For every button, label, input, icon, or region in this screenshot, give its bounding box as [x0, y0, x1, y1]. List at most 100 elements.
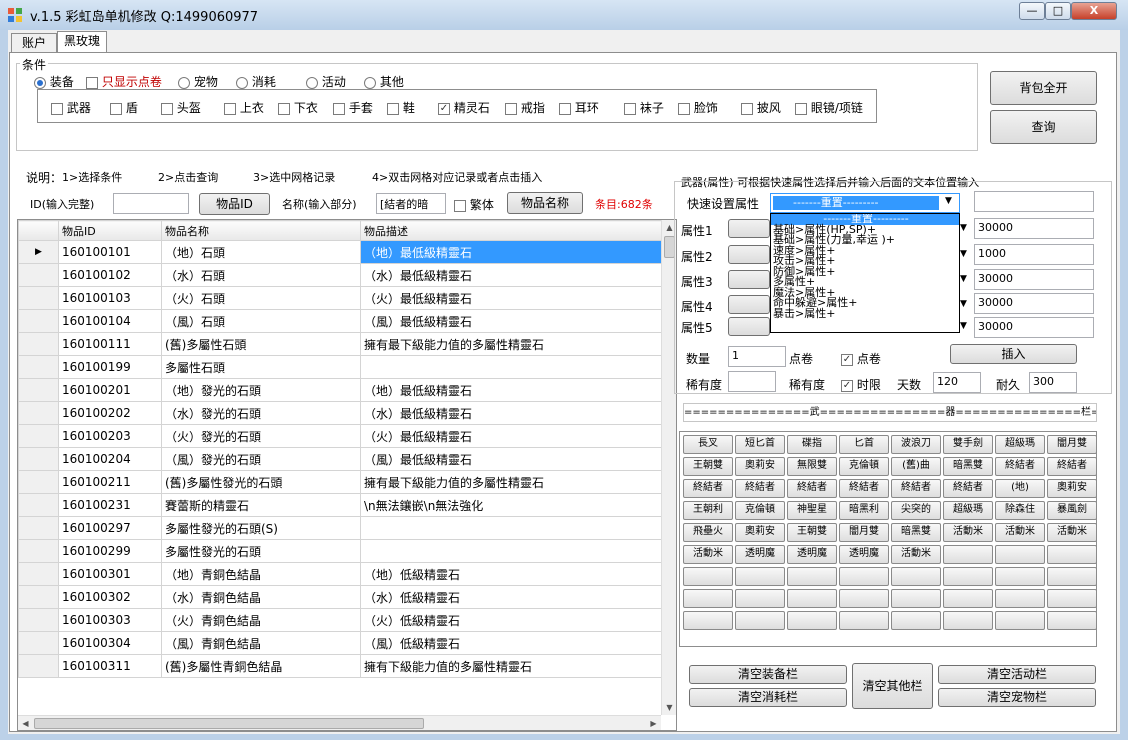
weapon-slot-button[interactable]: 王朝利 — [683, 501, 733, 520]
table-row[interactable]: 160100201 （地）發光的石頭 （地）最低級精靈石 — [18, 378, 663, 402]
row-header[interactable] — [18, 585, 59, 609]
category-shield[interactable]: 盾 — [110, 99, 138, 116]
checkbox-box[interactable] — [161, 102, 173, 115]
cell-item-name[interactable]: （風）青銅色結晶 — [161, 631, 361, 655]
quick-set-text[interactable] — [974, 191, 1094, 212]
cell-item-name[interactable]: 多屬性發光的石頭(S) — [161, 516, 361, 540]
cell-item-id[interactable]: 160100103 — [58, 286, 162, 310]
weapon-slot-button[interactable] — [891, 589, 941, 608]
weapon-slot-button[interactable] — [787, 567, 837, 586]
table-row[interactable]: 160100231 賽蕾斯的精靈石 \n無法鑲嵌\n無法強化 — [18, 493, 663, 517]
weapon-slot-button[interactable] — [787, 611, 837, 630]
row-header[interactable] — [18, 424, 59, 448]
cell-item-desc[interactable]: （風）低級精靈石 — [360, 631, 663, 655]
cell-item-name[interactable]: （火）青銅色結晶 — [161, 608, 361, 632]
table-row[interactable]: 160100301 （地）青銅色結晶 （地）低級精靈石 — [18, 562, 663, 586]
scroll-left-icon[interactable]: ◀ — [18, 716, 33, 730]
clear-equip-button[interactable]: 清空装备栏 — [689, 665, 847, 684]
table-row[interactable]: 160100302 （水）青銅色結晶 （水）低級精靈石 — [18, 585, 663, 609]
cell-item-desc[interactable]: （水）低級精靈石 — [360, 585, 663, 609]
attr2-value-input[interactable]: 1000 — [974, 244, 1094, 265]
row-header[interactable] — [18, 470, 59, 494]
cell-item-id[interactable]: 160100204 — [58, 447, 162, 471]
horizontal-scrollbar[interactable]: ◀ ▶ — [18, 715, 661, 730]
weapon-slot-button[interactable] — [735, 611, 785, 630]
tab-account[interactable]: 账户 — [11, 33, 57, 53]
cell-item-desc[interactable]: \n無法鑲嵌\n無法強化 — [360, 493, 663, 517]
weapon-slot-button[interactable]: 終結者 — [735, 479, 785, 498]
clear-pet-button[interactable]: 清空宠物栏 — [938, 688, 1096, 707]
weapon-slot-button[interactable]: 闇月雙 — [1047, 435, 1097, 454]
cell-item-id[interactable]: 160100211 — [58, 470, 162, 494]
close-icon[interactable]: X — [1071, 2, 1117, 20]
open-bag-button[interactable]: 背包全开 — [990, 71, 1097, 105]
cell-item-id[interactable]: 160100101 — [58, 240, 162, 264]
chevron-down-icon[interactable]: ▼ — [960, 223, 967, 233]
scroll-thumb-horizontal[interactable] — [34, 718, 424, 729]
cell-item-name[interactable]: （地）石頭 — [161, 240, 361, 264]
item-name-button[interactable]: 物品名称 — [507, 192, 583, 214]
clear-other-button[interactable]: 清空其他栏 — [852, 663, 933, 709]
table-row[interactable]: 160100204 （風）發光的石頭 （風）最低級精靈石 — [18, 447, 663, 471]
item-id-button[interactable]: 物品ID — [199, 193, 270, 215]
insert-button[interactable]: 插入 — [950, 344, 1077, 364]
weapon-slot-button[interactable]: 無限雙 — [787, 457, 837, 476]
weapon-slot-button[interactable]: 活動米 — [943, 523, 993, 542]
weapon-slot-button[interactable]: 奧莉安 — [735, 457, 785, 476]
category-socks[interactable]: 袜子 — [624, 99, 664, 116]
cell-item-name[interactable]: （水）青銅色結晶 — [161, 585, 361, 609]
weapon-slot-button[interactable]: 暴風劍 — [1047, 501, 1097, 520]
row-header[interactable]: ▶ — [18, 240, 59, 264]
category-spirit-stone[interactable]: ✓ 精灵石 — [438, 99, 490, 116]
cell-item-desc[interactable]: （風）最低級精靈石 — [360, 447, 663, 471]
radio-event[interactable]: 活动 — [306, 73, 346, 90]
radio-dot[interactable] — [306, 76, 318, 89]
cell-item-desc[interactable]: （水）最低級精靈石 — [360, 263, 663, 287]
row-header[interactable] — [18, 355, 59, 379]
weapon-slot-button[interactable]: 尖突的 — [891, 501, 941, 520]
cell-item-desc[interactable]: （水）最低級精靈石 — [360, 401, 663, 425]
cell-item-id[interactable]: 160100297 — [58, 516, 162, 540]
weapon-slot-button[interactable]: 奧莉安 — [1047, 479, 1097, 498]
row-header[interactable] — [18, 516, 59, 540]
rarity-input[interactable] — [728, 371, 776, 392]
checkbox-box[interactable] — [505, 102, 517, 115]
weapon-slot-button[interactable] — [839, 589, 889, 608]
attr2-combobox[interactable] — [728, 245, 770, 264]
weapon-slot-button[interactable]: 波浪刀 — [891, 435, 941, 454]
cell-item-id[interactable]: 160100302 — [58, 585, 162, 609]
checkbox-box[interactable] — [559, 102, 571, 115]
cell-item-id[interactable]: 160100201 — [58, 378, 162, 402]
dianjuan-checkbox[interactable]: ✓ 点卷 — [841, 350, 881, 367]
weapon-slot-button[interactable]: 終結者 — [1047, 457, 1097, 476]
chevron-down-icon[interactable]: ▼ — [945, 196, 952, 206]
cell-item-id[interactable]: 160100104 — [58, 309, 162, 333]
weapon-slot-button[interactable]: 終結者 — [995, 457, 1045, 476]
weapon-slot-button[interactable] — [995, 589, 1045, 608]
category-bottom[interactable]: 下衣 — [278, 99, 318, 116]
id-input[interactable] — [113, 193, 189, 214]
cell-item-id[interactable]: 160100199 — [58, 355, 162, 379]
weapon-slot-button[interactable]: 王朝雙 — [787, 523, 837, 542]
traditional-checkbox[interactable]: 繁体 — [454, 196, 494, 213]
cell-item-name[interactable]: （地）發光的石頭 — [161, 378, 361, 402]
table-row[interactable]: 160100203 （火）發光的石頭 （火）最低級精靈石 — [18, 424, 663, 448]
table-row[interactable]: 160100103 （火）石頭 （火）最低級精靈石 — [18, 286, 663, 310]
cell-item-name[interactable]: （火）發光的石頭 — [161, 424, 361, 448]
cell-item-id[interactable]: 160100102 — [58, 263, 162, 287]
table-row[interactable]: 160100303 （火）青銅色結晶 （火）低級精靈石 — [18, 608, 663, 632]
weapon-slot-button[interactable]: 除森住 — [995, 501, 1045, 520]
weapon-slot-button[interactable] — [943, 545, 993, 564]
checkbox-box[interactable] — [51, 102, 63, 115]
cell-item-name[interactable]: 賽蕾斯的精靈石 — [161, 493, 361, 517]
checkbox-box[interactable] — [333, 102, 345, 115]
cell-item-name[interactable]: （風）發光的石頭 — [161, 447, 361, 471]
checkbox-box[interactable] — [795, 102, 807, 115]
row-header[interactable] — [18, 608, 59, 632]
weapon-slot-button[interactable]: 終結者 — [683, 479, 733, 498]
cell-item-name[interactable]: (舊)多屬性發光的石頭 — [161, 470, 361, 494]
row-header[interactable] — [18, 447, 59, 471]
checkbox-box[interactable] — [624, 102, 636, 115]
weapon-slot-button[interactable]: 透明魔 — [787, 545, 837, 564]
checkbox-box[interactable] — [387, 102, 399, 115]
